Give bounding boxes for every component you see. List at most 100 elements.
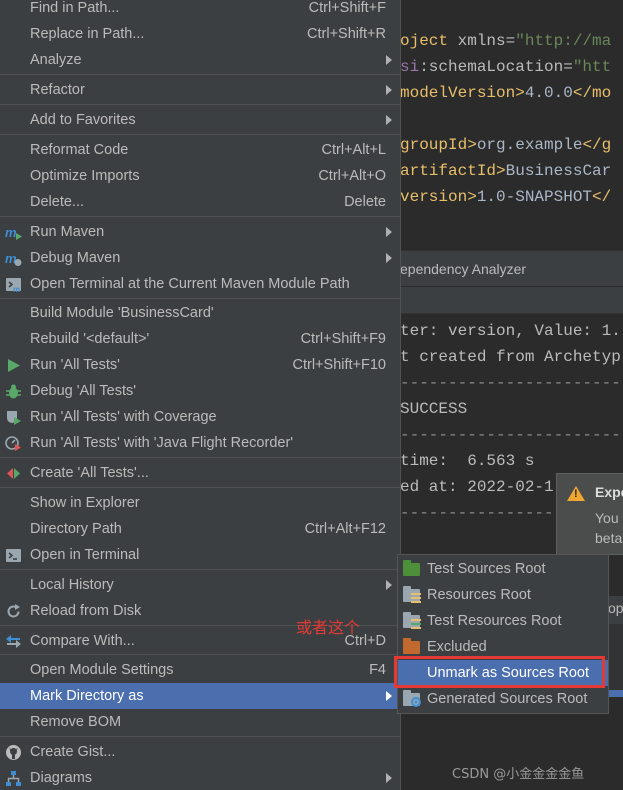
menu-item-label: Open Module Settings [30,662,174,678]
menu-item-run-all-tests[interactable]: Run 'All Tests' Ctrl+Shift+F10 [0,352,400,378]
menu-item-reformat-code[interactable]: Reformat Code Ctrl+Alt+L [0,137,400,163]
terminal-icon [6,549,21,562]
menu-item-open-in-terminal[interactable]: Open in Terminal [0,542,400,568]
compare-icon [6,635,21,648]
console-line: ter: version, Value: 1. [400,322,621,340]
warning-icon [567,486,585,501]
menu-item-label: Debug Maven [30,250,121,266]
side-panel-selection-fragment [608,690,623,697]
submenu-item-label: Excluded [427,639,487,655]
menu-item-shortcut: Ctrl+Shift+R [307,26,386,42]
menu-item-run-with-flight-recorder[interactable]: Run 'All Tests' with 'Java Flight Record… [0,430,400,456]
menu-item-label: Refactor [30,82,85,98]
menu-item-label: Find in Path... [30,0,120,16]
menu-item-open-terminal-maven[interactable]: m Open Terminal at the Current Maven Mod… [0,271,400,297]
reload-icon [7,604,20,618]
menu-item-add-to-favorites[interactable]: Add to Favorites [0,107,400,133]
menu-item-label: Run Maven [30,224,105,240]
menu-item-show-in-explorer[interactable]: Show in Explorer [0,490,400,516]
notification-balloon[interactable]: Expe You beta [556,473,623,555]
svg-text:m: m [13,285,20,293]
submenu-item-test-sources-root[interactable]: Test Sources Root [398,556,608,582]
test-sources-folder-icon [403,560,420,577]
dependency-analyzer-tab[interactable]: ependency Analyzer [400,250,623,286]
menu-item-delete[interactable]: Delete... Delete [0,189,400,215]
menu-item-rebuild[interactable]: Rebuild '<default>' Ctrl+Shift+F9 [0,326,400,352]
submenu-item-generated-sources-root[interactable]: Generated Sources Root [398,686,608,712]
run-icon [8,359,20,372]
menu-separator [0,654,400,655]
menu-item-label: Diagrams [30,770,93,786]
menu-item-build-module[interactable]: Build Module 'BusinessCard' [0,300,400,326]
menu-item-mark-directory-as[interactable]: Mark Directory as [0,683,400,709]
menu-item-label: Build Module 'BusinessCard' [30,305,214,321]
menu-item-label: Reformat Code [30,142,129,158]
menu-item-shortcut: Ctrl+Alt+F12 [304,521,386,537]
menu-separator [0,457,400,458]
menu-separator [0,569,400,570]
menu-item-debug-all-tests[interactable]: Debug 'All Tests' [0,378,400,404]
menu-item-label: Directory Path [30,521,122,537]
menu-item-label: Debug 'All Tests' [30,383,137,399]
menu-item-debug-maven[interactable]: m Debug Maven [0,245,400,271]
coverage-icon [7,411,21,425]
menu-item-create-gist[interactable]: Create Gist... [0,739,400,765]
menu-item-label: Compare With... [30,633,135,649]
menu-item-create-all-tests[interactable]: Create 'All Tests'... [0,460,400,486]
submenu-item-label: Test Sources Root [427,561,546,577]
github-icon [6,745,21,760]
submenu-item-label: Test Resources Root [427,613,562,629]
watermark: CSDN @小金金金金鱼 [452,767,585,782]
menu-item-label: Run 'All Tests' with 'Java Flight Record… [30,435,294,451]
menu-item-label: Optimize Imports [30,168,140,184]
menu-item-directory-path[interactable]: Directory Path Ctrl+Alt+F12 [0,516,400,542]
excluded-folder-icon [403,638,420,655]
menu-item-label: Remove BOM [30,714,122,730]
menu-item-shortcut: Ctrl+Shift+F10 [292,357,387,373]
submenu-item-label: Generated Sources Root [427,691,588,707]
menu-item-remove-bom[interactable]: Remove BOM [0,709,400,735]
menu-item-diagrams[interactable]: Diagrams [0,765,400,790]
submenu-arrow-icon [386,85,392,95]
submenu-arrow-icon [386,227,392,237]
side-panel-fragment: op [608,596,623,624]
menu-item-run-with-coverage[interactable]: Run 'All Tests' with Coverage [0,404,400,430]
menu-item-label: Mark Directory as [30,688,144,704]
console-line: ---------------- [400,504,554,522]
submenu-item-test-resources-root[interactable]: Test Resources Root [398,608,608,634]
menu-item-analyze[interactable]: Analyze [0,47,400,73]
maven-debug-icon: m [5,251,22,266]
menu-item-open-module-settings[interactable]: Open Module Settings F4 [0,657,400,683]
code-line: si:schemaLocation="htt [400,58,612,76]
mark-directory-submenu: Test Sources Root Resources Root Test Re… [397,554,609,714]
code-line: groupId>org.example</g [400,136,612,154]
console-line: ed at: 2022-02-1 [400,478,554,496]
notification-title: Expe [595,484,623,500]
code-line: artifactId>BusinessCar [400,162,612,180]
submenu-arrow-icon [386,773,392,783]
submenu-item-unmark-as-sources-root[interactable]: Unmark as Sources Root [398,660,608,686]
menu-item-label: Open Terminal at the Current Maven Modul… [30,276,350,292]
submenu-arrow-icon [386,115,392,125]
code-line: oject xmlns="http://ma [400,32,612,50]
submenu-item-label: Resources Root [427,587,531,603]
menu-item-find-in-path[interactable]: Find in Path... Ctrl+Shift+F [0,0,400,21]
submenu-item-excluded[interactable]: Excluded [398,634,608,660]
menu-item-refactor[interactable]: Refactor [0,77,400,103]
menu-separator [0,104,400,105]
resources-folder-icon [403,586,421,603]
menu-item-label: Show in Explorer [30,495,140,511]
menu-item-label: Rebuild '<default>' [30,331,150,347]
menu-item-run-maven[interactable]: m Run Maven [0,219,400,245]
svg-text:m: m [5,225,17,240]
menu-item-shortcut: Ctrl+Alt+O [318,168,386,184]
menu-item-local-history[interactable]: Local History [0,572,400,598]
submenu-item-resources-root[interactable]: Resources Root [398,582,608,608]
menu-item-optimize-imports[interactable]: Optimize Imports Ctrl+Alt+O [0,163,400,189]
menu-separator [0,134,400,135]
menu-item-shortcut: Ctrl+Shift+F9 [300,331,386,347]
menu-item-shortcut: Ctrl+Shift+F [308,0,386,16]
menu-item-replace-in-path[interactable]: Replace in Path... Ctrl+Shift+R [0,21,400,47]
notification-text: You [595,510,619,526]
menu-item-shortcut: Delete [344,194,386,210]
